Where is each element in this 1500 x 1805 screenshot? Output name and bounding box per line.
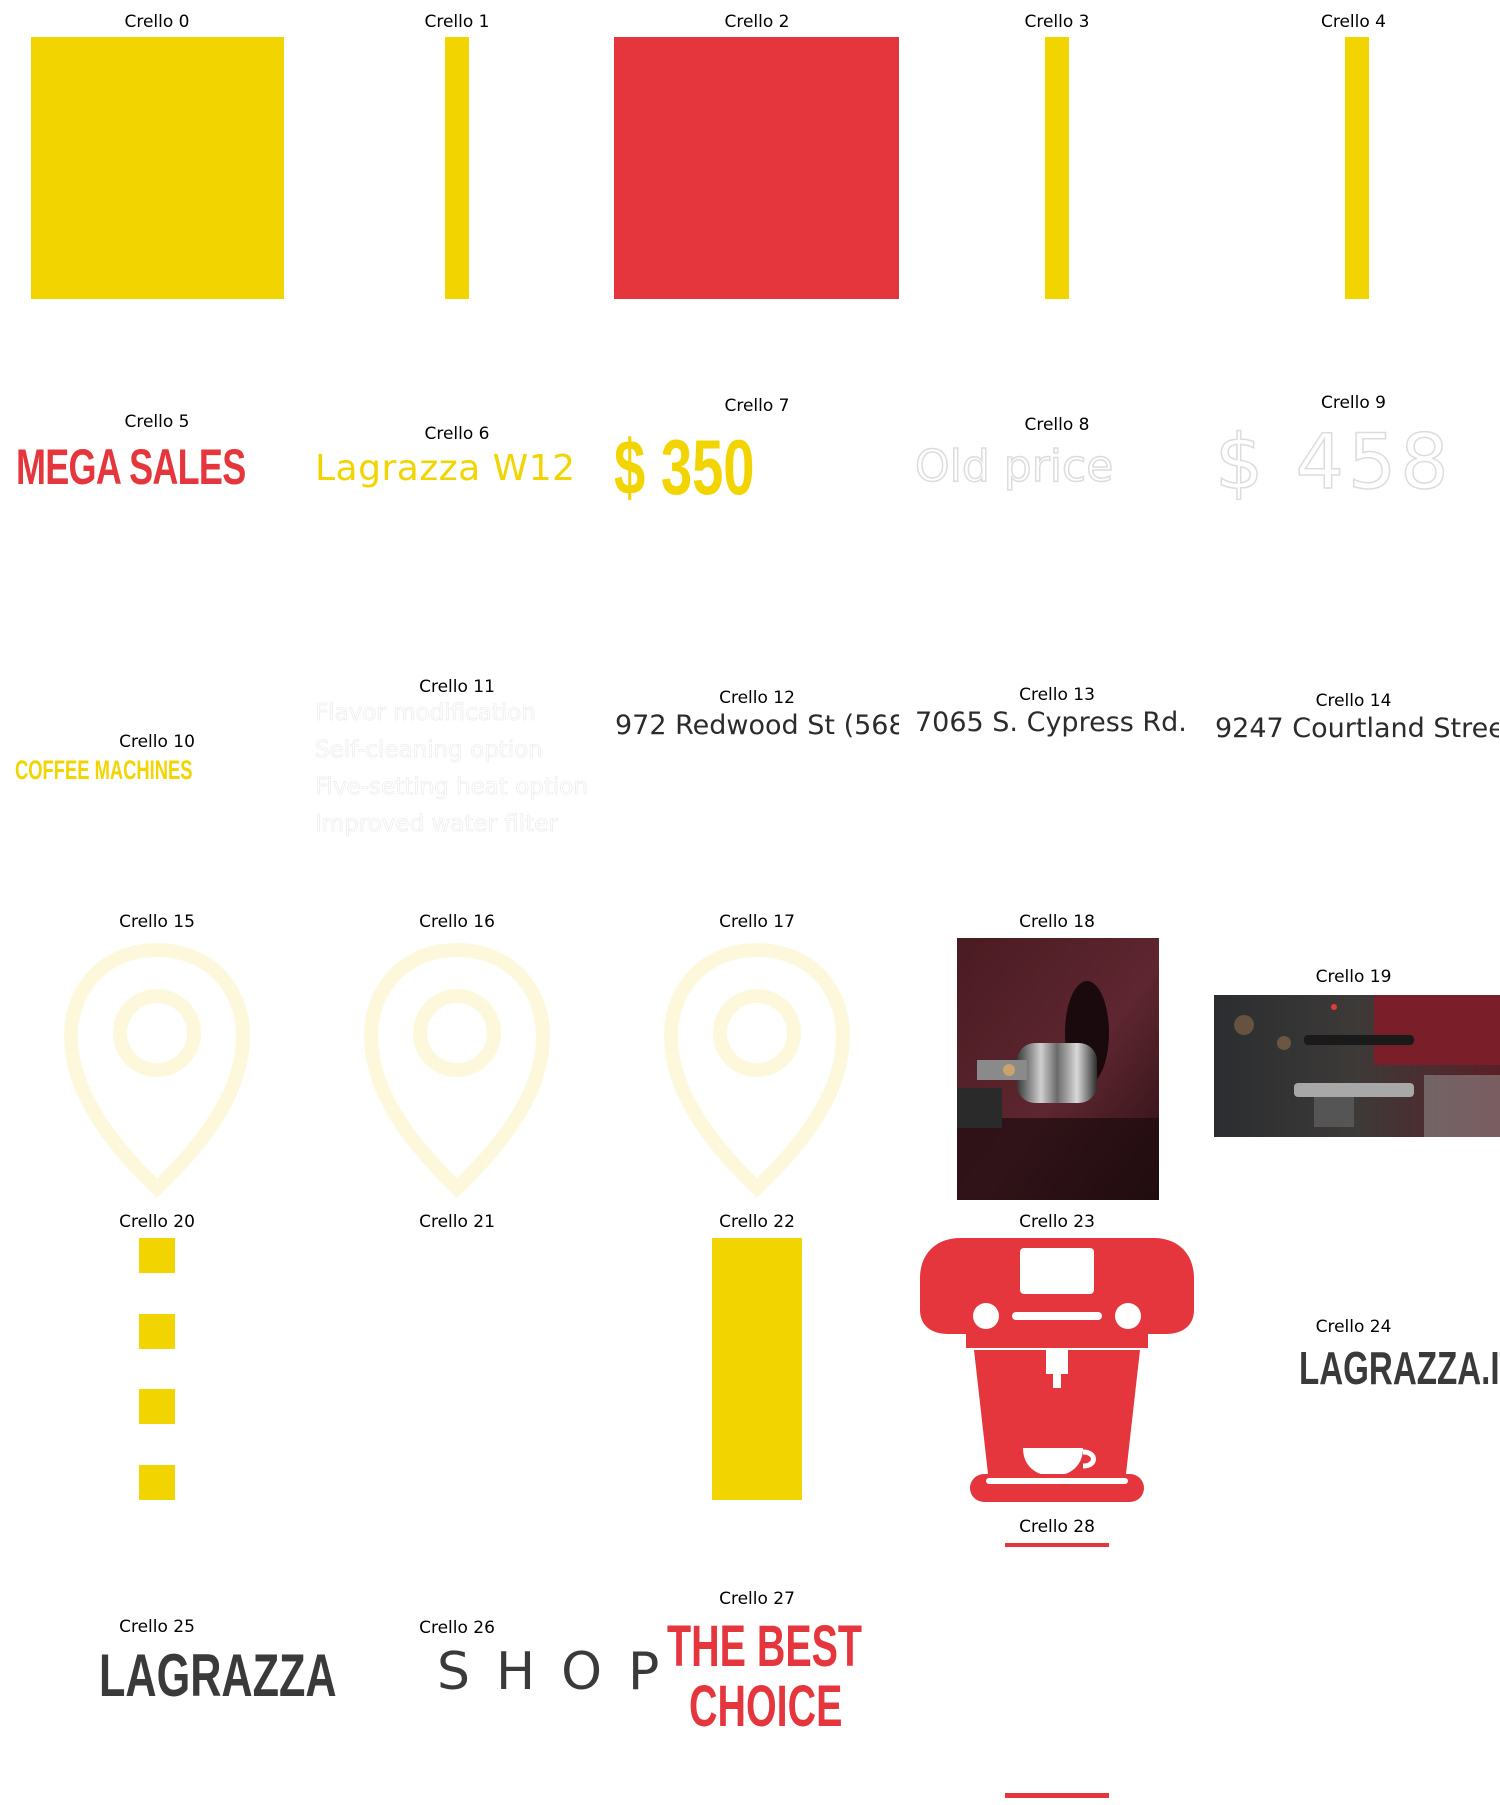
price-text: $ 350 (614, 423, 755, 511)
red-line (1005, 1793, 1109, 1798)
website-text: LAGRAZZA.IT (1299, 1342, 1500, 1394)
category-text: COFFEE MACHINES (15, 755, 193, 785)
feature-list: Flavor modification Self-cleaning option… (315, 695, 589, 843)
location-pin-icon (63, 942, 251, 1198)
crello-label: Crello 25 (119, 1617, 195, 1637)
crello-label: Crello 28 (1019, 1517, 1095, 1537)
espresso-machine-detail-photo (957, 938, 1159, 1200)
crello-label: Crello 13 (1019, 685, 1095, 705)
crello-24: Crello 24 LAGRAZZA.IT (1207, 1305, 1500, 1405)
crello-label: Crello 12 (719, 688, 795, 708)
crello-28: Crello 28 (907, 1505, 1207, 1805)
crello-2: Crello 2 (607, 0, 907, 310)
crello-label: Crello 0 (124, 12, 190, 32)
crello-label: Crello 19 (1315, 967, 1392, 987)
yellow-dot (139, 1389, 175, 1424)
crello-label: Crello 17 (719, 912, 795, 932)
espresso-machine-photo (1214, 995, 1500, 1137)
crello-label: Crello 16 (419, 912, 495, 932)
yellow-dot (139, 1314, 175, 1349)
coffee-machine-icon (920, 1238, 1194, 1502)
yellow-bar (1045, 37, 1069, 299)
crello-label: Crello 22 (719, 1212, 795, 1232)
brand-name-text: LAGRAZZA (99, 1642, 337, 1709)
tagline-line: CHOICE (689, 1674, 843, 1739)
crello-12: Crello 12 972 Redwood St (568 (607, 676, 907, 746)
crello-21: Crello 21 (307, 1200, 607, 1510)
crello-11: Crello 11 Flavor modification Self-clean… (307, 665, 607, 840)
yellow-bar (445, 37, 469, 299)
product-name-text: Lagrazza W12 (315, 448, 576, 489)
crello-6: Crello 6 Lagrazza W12 (307, 412, 607, 512)
old-price-label: Old price (914, 440, 1114, 493)
crello-4: Crello 4 (1207, 0, 1500, 310)
crello-14: Crello 14 9247 Courtland Street (1207, 679, 1500, 749)
crello-label: Crello 24 (1315, 1317, 1392, 1337)
crello-label: Crello 21 (419, 1212, 495, 1232)
crello-label: Crello 1 (424, 12, 490, 32)
crello-label: Crello 4 (1320, 12, 1386, 32)
crello-label: Crello 6 (424, 424, 490, 444)
crello-label: Crello 10 (119, 732, 195, 752)
feature-item: Flavor modification (315, 700, 537, 727)
crello-label: Crello 2 (724, 12, 790, 32)
crello-17: Crello 17 (607, 900, 907, 1200)
location-pin-icon (363, 942, 551, 1198)
crello-22: Crello 22 (607, 1200, 907, 1510)
address-text: 7065 S. Cypress Rd. (915, 707, 1187, 738)
crello-19: Crello 19 (1207, 955, 1500, 1155)
crello-label: Crello 5 (124, 412, 190, 432)
red-square (614, 37, 899, 299)
crello-23: Crello 23 (907, 1200, 1207, 1510)
crello-label: Crello 8 (1024, 415, 1090, 435)
crello-16: Crello 16 (307, 900, 607, 1200)
crello-label: Crello 7 (724, 396, 790, 416)
yellow-dot (139, 1465, 175, 1500)
crello-8: Crello 8 Old price (907, 403, 1207, 513)
location-pin-icon (663, 942, 851, 1198)
crello-26: Crello 26 SHOP (307, 1606, 659, 1706)
red-line (1005, 1543, 1109, 1547)
yellow-dot (139, 1238, 175, 1273)
crello-18: Crello 18 (907, 900, 1207, 1200)
crello-label: Crello 27 (719, 1589, 795, 1609)
mega-sales-text: MEGA SALES (16, 439, 246, 495)
crello-3: Crello 3 (907, 0, 1207, 310)
crello-25: Crello 25 LAGRAZZA (7, 1605, 337, 1709)
yellow-square (31, 37, 284, 299)
crello-label: Crello 9 (1320, 393, 1386, 413)
old-price-value: $ 458 (1214, 416, 1453, 507)
address-text: 972 Redwood St (568 (615, 710, 899, 741)
crello-15: Crello 15 (7, 900, 307, 1200)
crello-1: Crello 1 (307, 0, 607, 310)
yellow-bar (1345, 37, 1369, 299)
crello-27: Crello 27 THE BEST CHOICE (607, 1577, 907, 1739)
feature-item: Self-cleaning option (315, 737, 543, 764)
crello-13: Crello 13 7065 S. Cypress Rd. (907, 673, 1207, 743)
address-text: 9247 Courtland Street (1215, 713, 1499, 744)
yellow-rectangle (712, 1238, 802, 1500)
crello-label: Crello 20 (119, 1212, 195, 1232)
crello-label: Crello 11 (419, 677, 495, 697)
tagline-line: THE BEST (667, 1614, 863, 1679)
crello-7: Crello 7 $ 350 (607, 384, 907, 514)
feature-item: Improved water filter (315, 811, 558, 838)
crello-20: Crello 20 (7, 1200, 307, 1510)
crello-5: Crello 5 MEGA SALES (7, 400, 307, 520)
crello-label: Crello 23 (1019, 1212, 1095, 1232)
crello-9: Crello 9 $ 458 (1207, 381, 1500, 521)
crello-10: Crello 10 COFFEE MACHINES (7, 720, 307, 790)
crello-label: Crello 3 (1024, 12, 1090, 32)
crello-label: Crello 18 (1019, 912, 1095, 932)
crello-label: Crello 26 (419, 1618, 495, 1638)
crello-0: Crello 0 (7, 0, 307, 310)
feature-item: Five-setting heat option (315, 774, 589, 801)
crello-label: Crello 14 (1315, 691, 1392, 711)
crello-label: Crello 15 (119, 912, 195, 932)
